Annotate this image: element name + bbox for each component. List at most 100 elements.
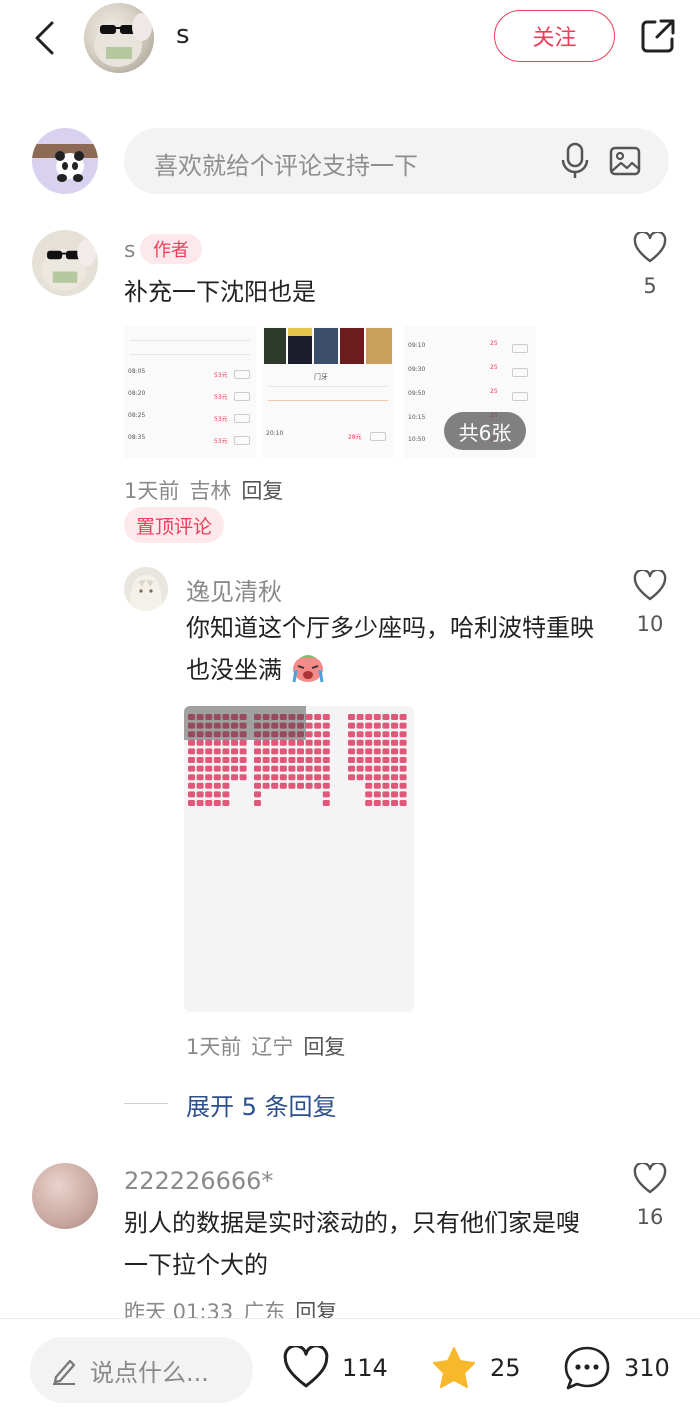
seat <box>196 774 204 781</box>
seat <box>365 748 373 755</box>
seat <box>373 765 381 772</box>
comment-text[interactable]: 补充一下沈阳也是 <box>124 271 604 313</box>
favorite-button[interactable]: 25 <box>430 1343 521 1393</box>
expand-replies-link[interactable]: 展开 5 条回复 <box>186 1087 337 1122</box>
price-text: 53元 <box>214 372 228 379</box>
seat <box>373 722 381 729</box>
seat <box>348 731 355 738</box>
reply-like-button[interactable]: 10 <box>625 568 675 636</box>
seat <box>297 748 304 755</box>
seat <box>279 739 287 746</box>
seat <box>314 731 322 738</box>
seat <box>205 765 213 772</box>
heart-icon <box>633 1161 667 1194</box>
seat <box>254 800 261 806</box>
seat <box>391 782 398 789</box>
seat <box>322 748 330 755</box>
seat <box>222 748 230 755</box>
seat <box>239 748 247 755</box>
seat <box>205 748 213 755</box>
image-icon[interactable] <box>608 144 642 178</box>
favorite-count: 25 <box>490 1354 521 1382</box>
showtime-text: 10:50 <box>408 436 426 443</box>
seat <box>262 765 270 772</box>
seat <box>322 774 330 781</box>
seat <box>188 774 195 781</box>
seat <box>239 757 247 763</box>
seat <box>305 714 313 720</box>
comment-location: 吉林 <box>189 479 232 503</box>
follow-button[interactable]: 关注 <box>494 10 615 62</box>
microphone-icon[interactable] <box>558 142 592 180</box>
image-count-badge[interactable]: 共6张 <box>444 412 526 450</box>
seat <box>399 791 407 798</box>
reply-button[interactable]: 回复 <box>241 479 283 503</box>
movie-title-text: 门牙 <box>314 373 328 381</box>
seat <box>365 800 373 806</box>
say-something-input[interactable]: 说点什么... <box>30 1337 253 1403</box>
seat <box>239 739 247 746</box>
comment-input-placeholder: 喜欢就给个评论支持一下 <box>154 152 418 180</box>
seat <box>356 739 364 746</box>
reply-avatar[interactable] <box>124 567 168 611</box>
seat <box>373 757 381 763</box>
seat <box>322 714 330 720</box>
seat <box>305 748 313 755</box>
back-button[interactable] <box>24 16 64 60</box>
seat <box>382 757 390 763</box>
seat <box>356 748 364 755</box>
price-text: 53元 <box>214 416 228 423</box>
reply-text[interactable]: 你知道这个厅多少座吗，哈利波特重映也没坐满 <box>186 607 596 691</box>
seat <box>399 757 407 763</box>
reply-button[interactable]: 回复 <box>303 1035 345 1059</box>
seat <box>262 757 270 763</box>
showtime-text: 08:35 <box>128 434 146 441</box>
seat <box>213 739 221 746</box>
seat <box>399 739 407 746</box>
avatar-image <box>41 239 97 291</box>
seat <box>391 765 398 772</box>
seat <box>205 791 213 798</box>
crying-emoji-icon <box>292 655 324 683</box>
seat <box>305 782 313 789</box>
comment-like-button[interactable]: 16 <box>625 1161 675 1229</box>
comment-avatar[interactable] <box>32 1163 98 1229</box>
seat <box>297 782 304 789</box>
seat <box>188 757 195 763</box>
author-badge: 作者 <box>140 234 202 264</box>
seat <box>348 748 355 755</box>
seat <box>373 800 381 806</box>
seat <box>288 748 296 755</box>
seat <box>382 800 390 806</box>
top-nav-bar: s 关注 <box>0 0 700 80</box>
comment-username[interactable]: 222226666* <box>124 1167 273 1195</box>
seat <box>382 782 390 789</box>
gallery-image-1[interactable]: 08:05 53元 08:20 53元 08:25 53元 08:35 53元 <box>124 326 256 458</box>
author-username[interactable]: s <box>176 20 190 50</box>
bottom-action-bar: 说点什么... 114 25 310 <box>0 1318 700 1411</box>
seat <box>279 748 287 755</box>
comment-like-button[interactable]: 5 <box>625 230 675 298</box>
like-button[interactable]: 114 <box>282 1343 388 1393</box>
reply-username[interactable]: 逸见清秋 <box>186 572 282 607</box>
seat <box>399 774 407 781</box>
comment-username[interactable]: s <box>124 238 135 263</box>
seat <box>382 739 390 746</box>
seat-map-image[interactable] <box>184 706 414 1012</box>
seat <box>373 782 381 789</box>
like-count: 114 <box>342 1354 388 1382</box>
seat <box>356 774 364 781</box>
seat <box>365 791 373 798</box>
comment-button[interactable]: 310 <box>562 1343 670 1393</box>
seat <box>382 722 390 729</box>
comment-avatar[interactable] <box>32 230 98 296</box>
expand-divider <box>124 1103 168 1104</box>
comment-input[interactable]: 喜欢就给个评论支持一下 <box>124 128 669 194</box>
chevron-left-icon <box>35 21 54 55</box>
seat <box>356 722 364 729</box>
gallery-image-2[interactable]: 门牙 20:10 28元 <box>262 326 394 458</box>
comment-text[interactable]: 别人的数据是实时滚动的，只有他们家是嗖一下拉个大的 <box>124 1202 594 1286</box>
seat <box>391 791 398 798</box>
share-button[interactable] <box>636 14 680 58</box>
author-avatar[interactable] <box>84 3 154 73</box>
